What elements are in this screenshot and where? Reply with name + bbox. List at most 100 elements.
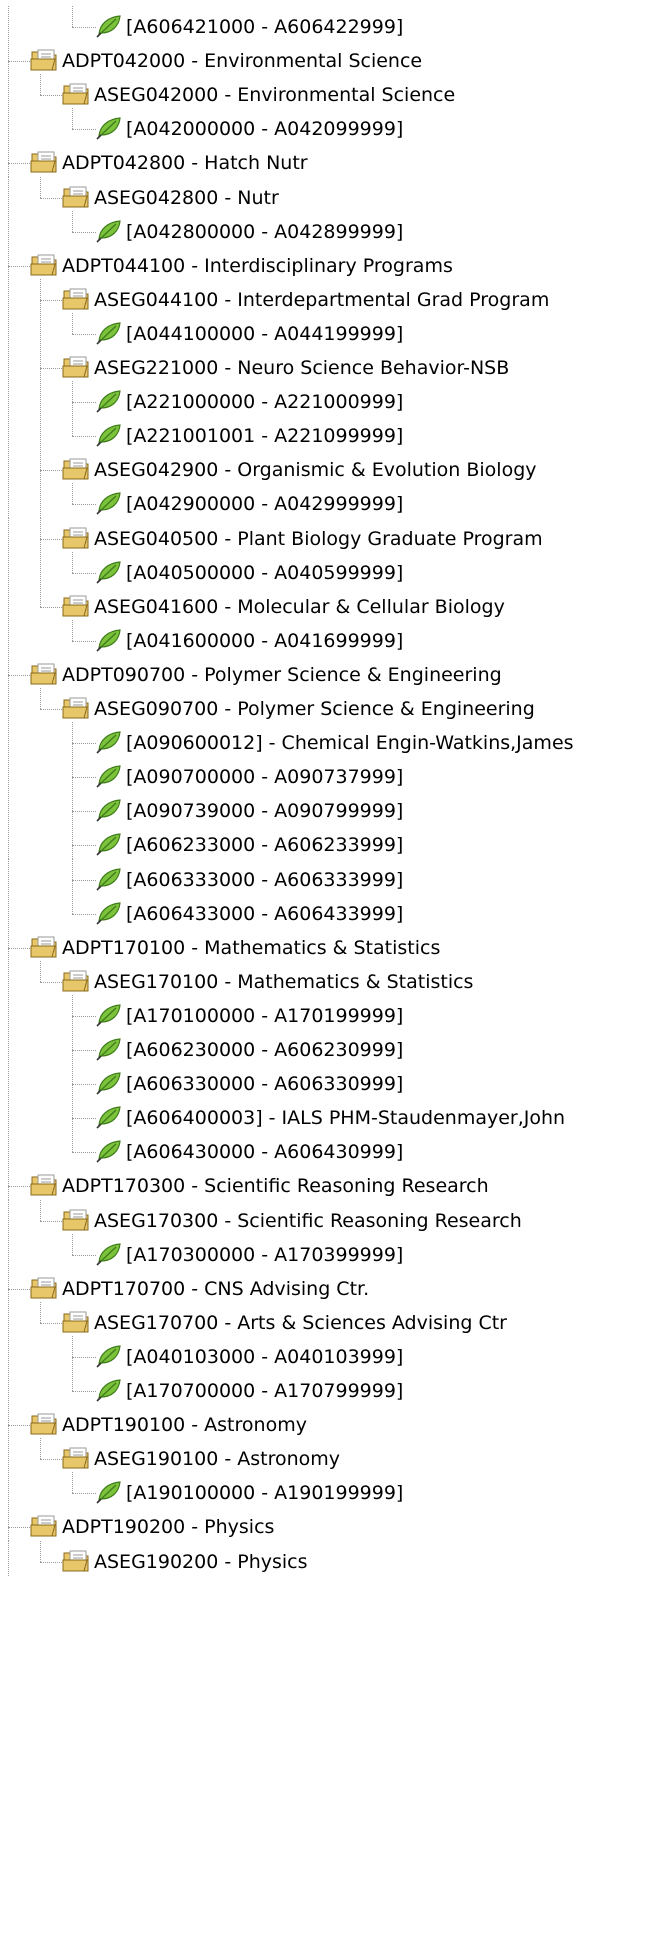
tree-node-label: [A090600012] - Chemical Engin-Watkins,Ja… bbox=[126, 732, 574, 755]
tree-connector-horizontal bbox=[40, 299, 64, 301]
tree-connector-horizontal bbox=[8, 1425, 32, 1427]
tree-connector-horizontal bbox=[72, 129, 96, 131]
tree-guide-line bbox=[8, 6, 9, 42]
tree-connector-vertical bbox=[40, 585, 41, 607]
open-folder-icon bbox=[62, 524, 92, 552]
tree-node-label: ADPT170700 - CNS Advising Ctr. bbox=[62, 1277, 370, 1300]
tree-guide-line bbox=[40, 483, 41, 519]
tree-node-label: [A606421000 - A606422999] bbox=[126, 16, 404, 38]
tree-connector-horizontal bbox=[40, 470, 64, 472]
tree-connector-vertical bbox=[8, 1506, 9, 1542]
tree-node-label: [A606400003] - IALS PHM-Staudenmayer,Joh… bbox=[126, 1107, 566, 1130]
green-leaf-pen-icon bbox=[94, 1137, 124, 1165]
tree-connector-vertical bbox=[40, 688, 41, 709]
tree-guide-line bbox=[8, 1370, 9, 1406]
tree-connector-horizontal bbox=[72, 27, 96, 28]
tree-guide-line bbox=[8, 892, 9, 928]
tree-node-label: [A606333000 - A606333999] bbox=[126, 868, 404, 891]
tree-guide-line bbox=[8, 176, 9, 212]
open-folder-icon bbox=[62, 455, 92, 483]
tree-guide-line bbox=[8, 756, 9, 792]
tree-node-label: ADPT042000 - Environmental Science bbox=[62, 50, 423, 73]
open-folder-icon bbox=[30, 1274, 60, 1302]
tree-connector-horizontal bbox=[72, 1050, 96, 1051]
tree-node-label: ADPT090700 - Polymer Science & Engineeri… bbox=[62, 663, 502, 686]
open-folder-icon bbox=[30, 46, 60, 74]
open-folder-icon bbox=[30, 1171, 60, 1199]
tree-node-label: ASEG170700 - Arts & Sciences Advising Ct… bbox=[94, 1311, 507, 1334]
tree-guide-line bbox=[8, 210, 9, 246]
tree-node-label: ASEG090700 - Polymer Science & Engineeri… bbox=[94, 698, 535, 720]
open-folder-icon bbox=[62, 592, 92, 620]
tree-guide-line bbox=[8, 585, 9, 621]
green-leaf-pen-icon bbox=[94, 1001, 124, 1029]
tree-node-label: [A221000000 - A221000999] bbox=[126, 391, 404, 414]
tree-guide-line bbox=[8, 1472, 9, 1508]
tree-connector-vertical bbox=[8, 1165, 9, 1201]
tree-connector-vertical bbox=[8, 142, 9, 178]
tree-connector-vertical bbox=[72, 1131, 73, 1153]
tree-guide-line bbox=[8, 1029, 9, 1065]
tree-node-label: [A606230000 - A606230999] bbox=[126, 1039, 404, 1061]
tree-connector-horizontal bbox=[72, 1015, 96, 1017]
open-folder-icon bbox=[62, 285, 92, 313]
tree-guide-line bbox=[8, 619, 9, 655]
tree-connector-vertical bbox=[72, 108, 73, 130]
tree-node-label: [A040500000 - A040599999] bbox=[126, 561, 404, 584]
green-leaf-pen-icon bbox=[94, 865, 124, 893]
tree-connector-vertical bbox=[72, 312, 73, 334]
tree-guide-line bbox=[8, 312, 9, 348]
tree-folder-node[interactable]: ASEG190200 - Physics bbox=[0, 1540, 667, 1583]
tree-connector-horizontal bbox=[72, 436, 96, 438]
tree-node-label: ASEG044100 - Interdepartmental Grad Prog… bbox=[94, 288, 550, 311]
tree-guide-line bbox=[8, 1131, 9, 1167]
tree-connector-vertical bbox=[72, 1335, 73, 1371]
tree-connector-horizontal bbox=[72, 333, 96, 335]
tree-guide-line bbox=[8, 347, 9, 383]
tree-guide-line bbox=[8, 858, 9, 894]
tree-guide-line bbox=[8, 551, 9, 587]
tree-connector-vertical bbox=[72, 722, 73, 758]
tree-guide-line bbox=[8, 1438, 9, 1474]
tree-node-label: [A606430000 - A606430999] bbox=[126, 1141, 404, 1164]
tree-connector-vertical bbox=[72, 1370, 73, 1391]
green-leaf-pen-icon bbox=[94, 1069, 124, 1097]
tree-connector-vertical bbox=[72, 483, 73, 505]
tree-connector-horizontal bbox=[72, 640, 96, 642]
green-leaf-pen-icon bbox=[94, 387, 124, 415]
tree-connector-vertical bbox=[8, 1404, 9, 1440]
tree-guide-line bbox=[40, 312, 41, 348]
tree-node-label: ADPT170300 - Scientific Reasoning Resear… bbox=[62, 1175, 489, 1198]
tree-connector-vertical bbox=[8, 40, 9, 76]
tree-node-label: [A041600000 - A041699999] bbox=[126, 629, 404, 652]
tree-connector-vertical bbox=[72, 824, 73, 860]
tree-node-label: [A090700000 - A090737999] bbox=[126, 766, 404, 789]
green-leaf-pen-icon bbox=[94, 217, 124, 245]
tree-connector-horizontal bbox=[72, 913, 96, 915]
tree-connector-horizontal bbox=[40, 95, 64, 97]
tree-connector-horizontal bbox=[40, 197, 64, 199]
tree-connector-horizontal bbox=[8, 163, 32, 165]
green-leaf-pen-icon bbox=[94, 796, 124, 824]
tree-node-label: [A606330000 - A606330999] bbox=[126, 1073, 404, 1096]
open-folder-icon bbox=[62, 967, 92, 995]
tree-guide-line bbox=[8, 960, 9, 996]
tree-guide-line bbox=[8, 1233, 9, 1269]
open-folder-icon bbox=[30, 251, 60, 279]
tree-connector-horizontal bbox=[72, 1118, 96, 1120]
open-folder-icon bbox=[30, 933, 60, 961]
tree-connector-horizontal bbox=[72, 231, 96, 233]
tree-guide-line bbox=[8, 1540, 9, 1576]
tree-connector-vertical bbox=[72, 756, 73, 792]
green-leaf-pen-icon bbox=[94, 1240, 124, 1268]
tree-connector-vertical bbox=[40, 1540, 41, 1562]
tree-connector-vertical bbox=[72, 790, 73, 826]
tree-guide-line bbox=[8, 483, 9, 519]
open-folder-icon bbox=[62, 183, 92, 211]
tree-connector-vertical bbox=[72, 1029, 73, 1065]
tree-connector-vertical bbox=[72, 551, 73, 573]
tree-connector-horizontal bbox=[8, 947, 32, 949]
tree-connector-vertical bbox=[72, 1472, 73, 1494]
tree-guide-line bbox=[8, 74, 9, 110]
tree-connector-horizontal bbox=[72, 1084, 96, 1086]
